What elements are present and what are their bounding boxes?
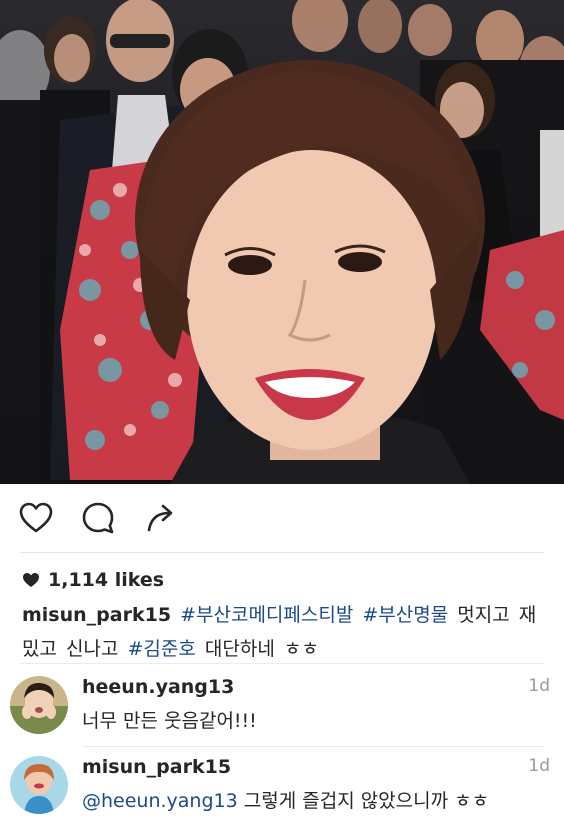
comment-username[interactable]: misun_park15 — [82, 756, 231, 778]
comment-username[interactable]: heeun.yang13 — [82, 676, 234, 698]
hashtag[interactable]: #부산명물 — [362, 604, 448, 626]
likes-label: 1,114 likes — [48, 569, 165, 591]
caption-text: 밌고 신나고 — [22, 638, 119, 660]
post-photo[interactable] — [0, 0, 564, 484]
share-arrow-icon[interactable] — [143, 500, 179, 536]
divider — [20, 552, 544, 553]
comment-timestamp: 1d — [528, 756, 550, 776]
comment-item: heeun.yang13 너무 만든 웃음같어!!! 1d — [0, 670, 564, 750]
comment-item: misun_park15 @heeun.yang13 그렇게 즐겁지 않았으니까… — [0, 750, 564, 830]
divider — [20, 663, 544, 664]
selfie-illustration — [0, 0, 564, 484]
post-caption: misun_park15 #부산코메디페스티발 #부산명물 멋지고 재 밌고 신… — [22, 598, 542, 666]
post-actions — [0, 484, 564, 550]
caption-username[interactable]: misun_park15 — [22, 604, 171, 626]
divider — [82, 746, 544, 747]
avatar[interactable] — [10, 756, 68, 814]
heart-filled-icon — [23, 573, 39, 587]
comment-timestamp: 1d — [528, 676, 550, 696]
comment-text: 너무 만든 웃음같어!!! — [82, 710, 257, 732]
comment-mention[interactable]: @heeun.yang13 — [82, 790, 238, 812]
avatar[interactable] — [10, 676, 68, 734]
likes-count[interactable]: 1,114 likes — [22, 566, 164, 594]
hashtag[interactable]: #부산코메디페스티발 — [180, 604, 353, 626]
comment-body: 그렇게 즐겁지 않았으니까 ㅎㅎ — [243, 790, 490, 812]
comment-text: @heeun.yang13 그렇게 즐겁지 않았으니까 ㅎㅎ — [82, 786, 489, 813]
hashtag[interactable]: #김준호 — [128, 638, 196, 660]
caption-text: 대단하네 ㅎㅎ — [204, 638, 319, 660]
heart-outline-icon[interactable] — [18, 500, 54, 536]
caption-text: 멋지고 재 — [457, 604, 537, 626]
